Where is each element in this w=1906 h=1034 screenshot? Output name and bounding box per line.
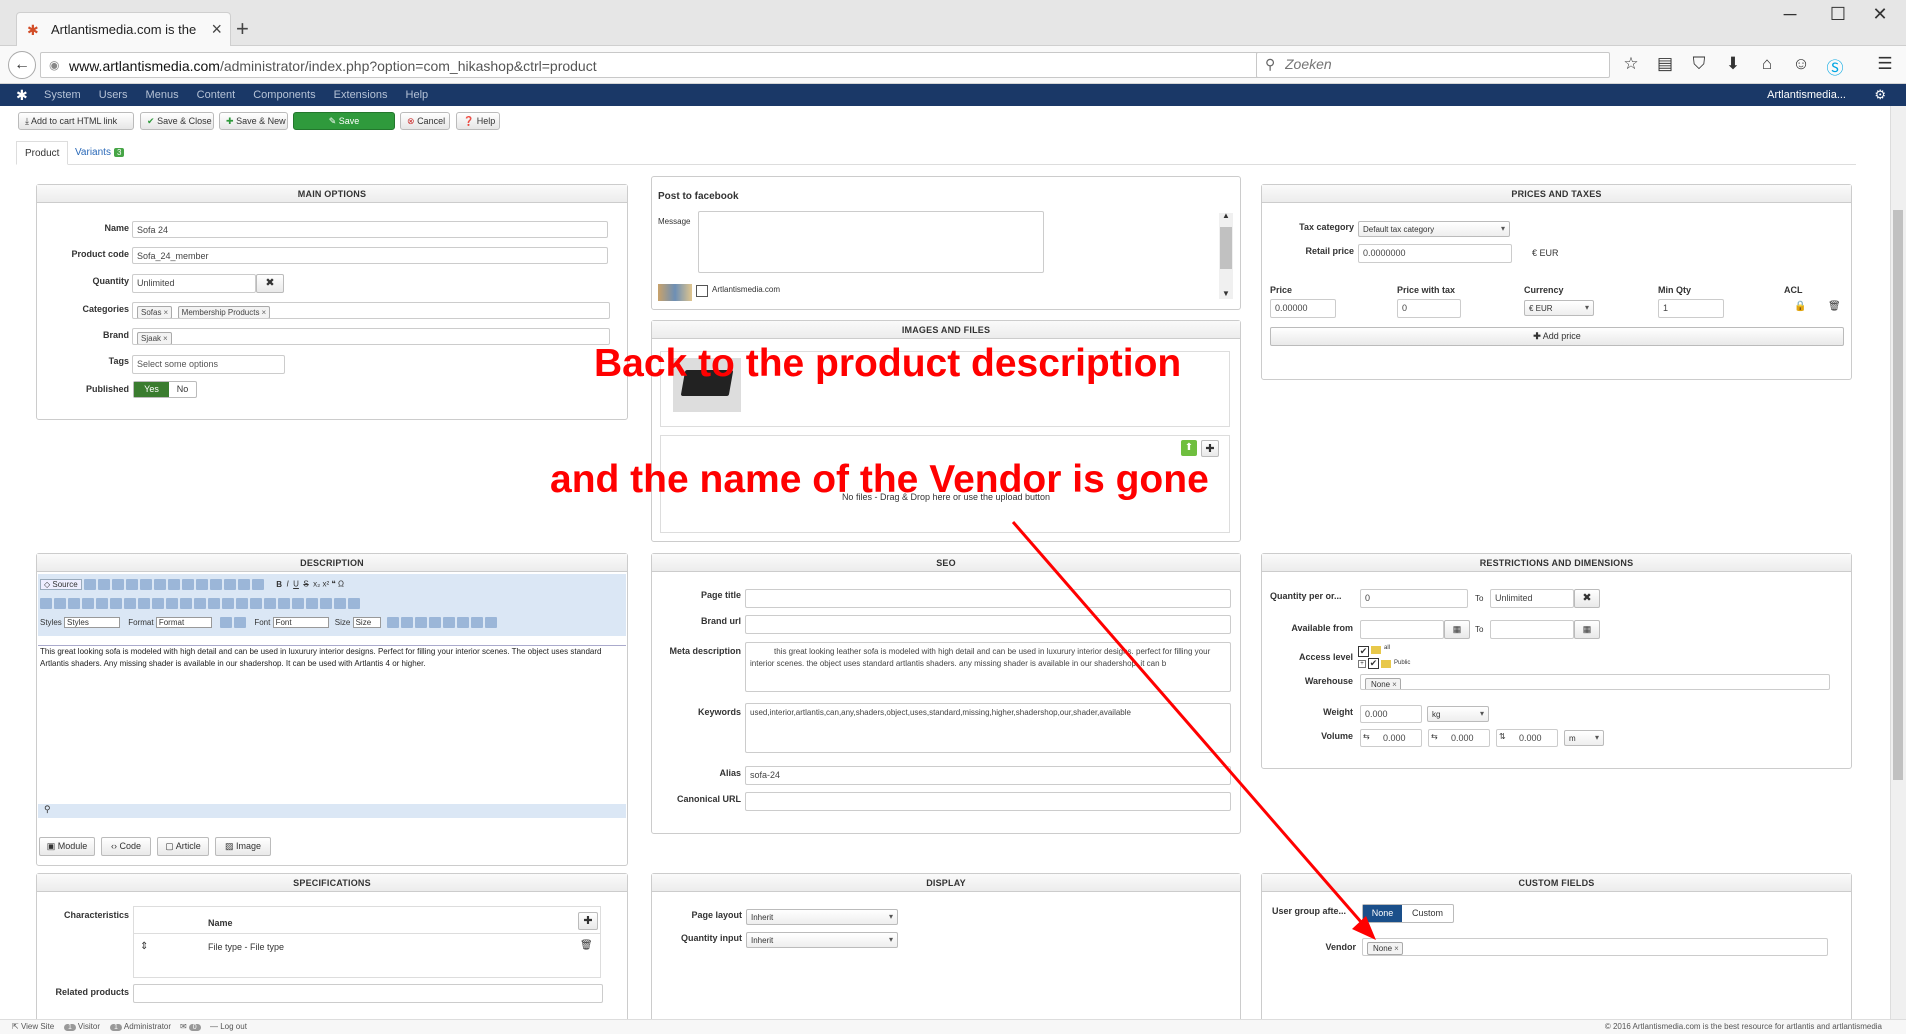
- copyright-text: © 2016 Artlantismedia.com is the best re…: [1604, 1022, 1882, 1031]
- admins-indicator: 1 Administrator: [108, 1022, 171, 1031]
- page-scroll-thumb[interactable]: [1893, 210, 1903, 780]
- mail-icon: ✉: [180, 1022, 187, 1031]
- view-site-label: View Site: [20, 1022, 55, 1031]
- view-site-link[interactable]: ⇱ View Site: [12, 1022, 54, 1031]
- visitors-indicator: 1 Visitor: [62, 1022, 100, 1031]
- logout-link[interactable]: — Log out: [210, 1022, 247, 1031]
- admins-count: 1: [110, 1024, 122, 1031]
- annotation-arrow-line: [1011, 521, 1370, 931]
- visitors-label: Visitor: [77, 1022, 100, 1031]
- annotation-arrow-head: [1352, 916, 1376, 940]
- annotation-arrow: [1011, 521, 1376, 940]
- visitors-count: 1: [64, 1024, 76, 1031]
- messages-count: 0: [188, 1024, 201, 1031]
- logout-label: Log out: [220, 1022, 247, 1031]
- admins-label: Administrator: [123, 1022, 172, 1031]
- messages-indicator[interactable]: ✉ 0: [180, 1022, 203, 1031]
- status-bar: ⇱ View Site 1 Visitor 1 Administrator ✉ 0 —…: [0, 1019, 1906, 1034]
